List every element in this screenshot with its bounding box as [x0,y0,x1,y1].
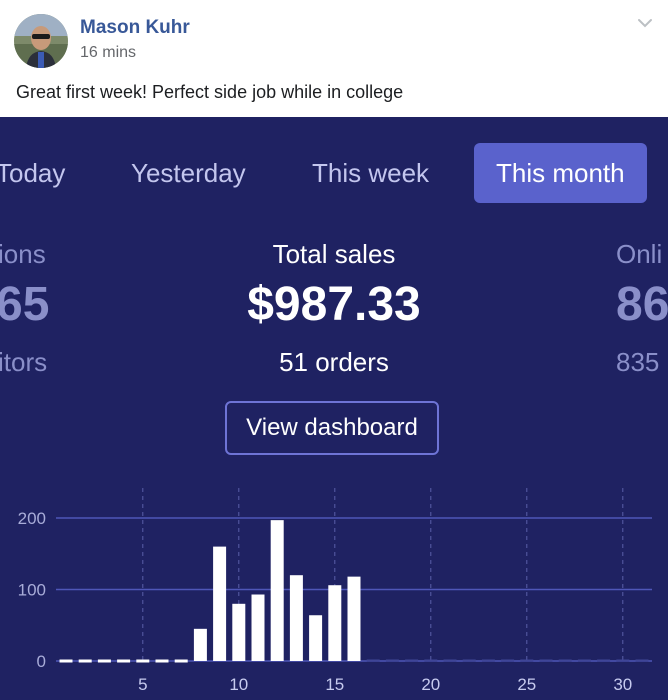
chart-bar [289,575,303,661]
stat-right-label: Onli [616,239,663,269]
tab-yesterday[interactable]: Yesterday [131,143,246,203]
chart-bar-zero [635,659,649,662]
y-tick-label: 100 [18,581,46,600]
stat-right-sub: 835 [616,347,660,377]
tab-this-month[interactable]: This month [474,143,647,203]
orders-count: 51 orders [279,347,389,377]
chart-bar-zero [136,659,150,663]
y-tick-label: 0 [37,652,46,671]
chart-bar [309,615,323,661]
chart-bar-zero [366,659,380,662]
chart-bar-zero [97,659,111,663]
chart-bar-zero [501,659,515,662]
chart-bar-zero [577,659,591,662]
chart-bar-zero [78,659,92,663]
chart-bar-zero [405,659,419,662]
x-tick-label: 25 [517,675,536,694]
x-tick-label: 10 [229,675,248,694]
chart-bar-zero [385,659,399,662]
x-tick-label: 20 [421,675,440,694]
post-timestamp[interactable]: 16 mins [80,44,136,62]
chart-bar [328,585,342,661]
chart-bar-zero [117,659,131,663]
chart-bar-zero [520,659,534,662]
chart-bar-zero [616,659,630,662]
tab-today[interactable]: Today [0,143,65,203]
chart-bar-zero [481,659,495,662]
avatar-photo [14,14,68,68]
view-dashboard-button[interactable]: View dashboard [225,401,439,455]
x-tick-label: 5 [138,675,147,694]
chart-bar-zero [539,659,553,662]
total-sales-label: Total sales [272,239,396,269]
chevron-down-icon[interactable] [636,16,654,30]
chart-bar [232,603,246,661]
tab-this-week[interactable]: This week [312,143,429,203]
chart-bar [347,576,361,661]
post-text: Great first week! Perfect side job while… [16,82,404,102]
chart-bar-zero [462,659,476,662]
x-tick-label: 15 [325,675,344,694]
post-header: Mason Kuhr 16 mins Great first week! Per… [0,0,668,117]
chart-bar [251,594,265,661]
avatar[interactable] [14,14,68,68]
total-sales-value: $987.33 [247,278,421,331]
chart-bar-zero [424,659,438,662]
chart-bar-zero [155,659,169,663]
stat-right-value: 86 [616,278,668,331]
chart-bar [213,546,227,661]
chart-bar-zero [59,659,73,663]
chart-bar-zero [443,659,457,662]
chart-bar-zero [597,659,611,662]
chart-bar-zero [558,659,572,662]
y-tick-label: 200 [18,509,46,528]
sales-bar-chart: 0 100 200 5 10 15 20 25 30 [18,488,652,694]
x-tick-label: 30 [613,675,632,694]
chart-bar [270,520,284,661]
sales-dashboard-card: Today Yesterday This week This month ion… [0,117,668,700]
author-name[interactable]: Mason Kuhr [80,17,190,39]
chart-bar [193,628,207,661]
chart-bar-zero [174,659,188,663]
